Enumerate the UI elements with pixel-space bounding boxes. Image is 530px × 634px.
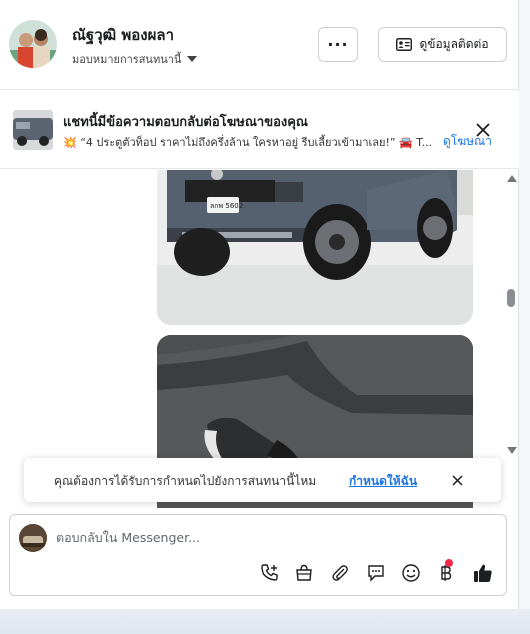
ad-thumbnail	[13, 110, 53, 150]
ad-reply-banner: แชทนี้มีข้อความตอบกลับต่อโฆษณาของคุณ 💥 “…	[0, 91, 519, 169]
shopping-bag-icon	[296, 564, 312, 581]
phone-plus-button[interactable]	[258, 561, 282, 585]
more-label: ···	[327, 35, 349, 54]
license-plate-text: ลกพ 5602	[210, 202, 243, 210]
payment-notification-dot	[445, 559, 453, 567]
ad-banner-subtitle: 💥 “4 ประตูตัวท็อป ราคาไม่ถึงครึ่งล้าน ใค…	[63, 136, 433, 149]
assign-to-me-link[interactable]: กำหนดให้ฉัน	[349, 472, 417, 491]
reply-input[interactable]	[56, 525, 476, 549]
conversation-header: ณัฐวุฒิ พองผลา มอบหมายการสนทนานี้ ··· ดู…	[0, 0, 519, 90]
assign-label: มอบหมายการสนทนานี้	[72, 53, 182, 66]
message-scrollbar[interactable]	[503, 170, 517, 460]
chat-bubble-icon	[368, 565, 384, 582]
assign-conversation-dropdown[interactable]: มอบหมายการสนทนานี้	[72, 50, 198, 68]
scroll-up-arrow-icon[interactable]	[507, 175, 517, 182]
close-icon	[476, 123, 490, 137]
view-contact-label: ดูข้อมูลติดต่อ	[419, 37, 489, 51]
close-icon	[451, 474, 463, 486]
ad-banner-title: แชทนี้มีข้อความตอบกลับต่อโฆษณาของคุณ	[63, 115, 308, 130]
contact-avatar[interactable]	[9, 20, 57, 68]
attach-button[interactable]	[328, 561, 352, 585]
shop-button[interactable]	[292, 561, 316, 585]
paperclip-icon	[332, 565, 348, 581]
window-right-edge	[519, 0, 530, 609]
message-image-truck[interactable]: ลกพ 5602	[157, 170, 473, 325]
smiley-icon	[402, 564, 420, 582]
composer-toolbar	[256, 561, 500, 587]
window-bottom-strip	[0, 609, 530, 634]
message-composer	[9, 514, 507, 596]
close-banner-button[interactable]	[473, 121, 493, 139]
conversation-panel: ณัฐวุฒิ พองผลา มอบหมายการสนทนานี้ ··· ดู…	[0, 0, 519, 609]
contact-card-icon	[396, 38, 413, 51]
phone-plus-icon	[261, 564, 278, 581]
emoji-button[interactable]	[399, 561, 423, 585]
more-options-button[interactable]: ···	[318, 27, 358, 62]
view-contact-button[interactable]: ดูข้อมูลติดต่อ	[378, 27, 507, 62]
thumbs-up-icon	[474, 564, 492, 582]
assign-prompt-toast: คุณต้องการได้รับการกำหนดไปยังการสนทนานี้…	[24, 458, 501, 502]
scroll-down-arrow-icon[interactable]	[507, 447, 517, 454]
dismiss-toast-button[interactable]	[448, 471, 466, 489]
like-button[interactable]	[471, 561, 495, 585]
assign-prompt-text: คุณต้องการได้รับการกำหนดไปยังการสนทนานี้…	[54, 474, 317, 488]
page-avatar	[19, 524, 47, 552]
scrollbar-thumb[interactable]	[507, 289, 515, 307]
caret-down-icon	[187, 56, 198, 62]
contact-name: ณัฐวุฒิ พองผลา	[72, 26, 175, 44]
saved-replies-button[interactable]	[364, 561, 388, 585]
